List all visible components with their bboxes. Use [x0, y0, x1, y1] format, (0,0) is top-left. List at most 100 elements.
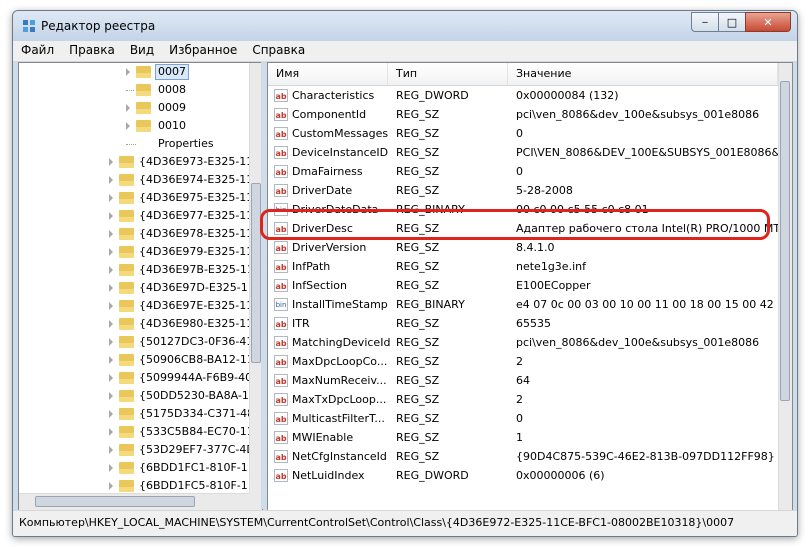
menu-view[interactable]: Вид [122, 41, 161, 61]
expand-arrow-icon[interactable] [109, 374, 113, 382]
tree-scroll-thumb[interactable] [251, 183, 261, 363]
expand-arrow-icon[interactable] [109, 302, 113, 310]
tree-item-class-key[interactable]: {4D36E978-E325-11C [19, 225, 261, 243]
values-scroll-thumb[interactable] [780, 81, 790, 401]
value-row[interactable]: ab DmaFairness REG_SZ 0 [268, 162, 778, 181]
value-row[interactable]: ab InfPath REG_SZ nete1g3e.inf [268, 257, 778, 276]
value-row[interactable]: bin DriverDateData REG_BINARY 00 c0 00 c5 5… [268, 200, 778, 219]
string-value-icon: ab [274, 222, 288, 235]
minimize-button[interactable]: ‒ [691, 12, 719, 32]
value-row[interactable]: ab DeviceInstanceID REG_SZ PCI\VEN_8086&DEV… [268, 143, 778, 162]
maximize-button[interactable]: □ [718, 12, 746, 32]
tree-item-class-key[interactable]: {4D36E97B-E325-11C [19, 261, 262, 279]
expand-arrow-icon[interactable] [109, 176, 113, 184]
tree-item-class-key[interactable]: {4D36E979-E325-11C [19, 243, 261, 261]
value-row[interactable]: ab DriverDesc REG_SZ Адаптер рабочего стола… [268, 219, 778, 238]
value-row[interactable]: ab MaxTxDpcLoop... REG_SZ 2 [268, 390, 778, 409]
expand-arrow-icon[interactable] [109, 320, 113, 328]
tree-item-class-key[interactable]: {4D36E977-E325-11C [19, 207, 261, 225]
tree-item-class-key[interactable]: {4D36E97E-E325-11C [19, 297, 261, 315]
tree-item-class-key[interactable]: {50DD5230-BA8A-11 [19, 387, 256, 405]
expand-arrow-icon[interactable] [109, 230, 113, 238]
value-row[interactable]: ab MaxDpcLoopCo... REG_SZ 2 [268, 352, 778, 371]
value-row[interactable]: ab MatchingDeviceId REG_SZ pci\ven_8086&dev… [268, 333, 778, 352]
tree-item-class-key[interactable]: {50127DC3-0F36-415 [19, 333, 260, 351]
expand-arrow-icon[interactable] [109, 356, 113, 364]
value-data: 0x00000084 (132) [516, 89, 619, 102]
values-list[interactable]: Имя Тип Значение ab Characteristics REG_DW… [267, 62, 793, 511]
expand-arrow-icon[interactable] [109, 392, 113, 400]
folder-icon [119, 480, 134, 492]
tree-item-class-key[interactable]: {4D36E980-E325-11C [19, 315, 261, 333]
expand-arrow-icon[interactable] [109, 266, 113, 274]
tree-item-label: {4D36E975-E325-11C [139, 191, 261, 204]
expand-arrow-icon[interactable] [109, 338, 113, 346]
value-row[interactable]: ab MulticastFilterT... REG_SZ 0 [268, 409, 778, 428]
tree-item-properties[interactable]: Properties [19, 135, 249, 153]
value-data: 0x00000006 (6) [516, 469, 605, 482]
value-row[interactable]: ab Characteristics REG_DWORD 0x00000084 (13… [268, 86, 778, 105]
expand-arrow-icon[interactable] [109, 212, 113, 220]
value-row[interactable]: ab NetLuidIndex REG_DWORD 0x00000006 (6) [268, 466, 778, 485]
column-header-data[interactable]: Значение [508, 63, 778, 85]
string-value-icon: ab [274, 336, 288, 349]
title-bar[interactable]: Редактор реестра ‒ □ ✕ [13, 11, 797, 41]
value-row[interactable]: ab MaxNumReceiv... REG_SZ 64 [268, 371, 778, 390]
tree-horizontal-scrollbar[interactable] [19, 493, 249, 510]
tree-item-class-key[interactable]: {50906CB8-BA12-11 [19, 351, 254, 369]
value-row[interactable]: bin InstallTimeStamp REG_BINARY e4 07 0c 00… [268, 295, 778, 314]
tree-item-class-key[interactable]: {4D36E97D-E325-11C [19, 279, 262, 297]
value-row[interactable]: ab ComponentId REG_SZ pci\ven_8086&dev_100e… [268, 105, 778, 124]
tree-item-class-key[interactable]: {4D36E973-E325-11C [19, 153, 261, 171]
string-value-icon: ab [274, 469, 288, 482]
folder-icon [119, 408, 134, 420]
menu-favorites[interactable]: Избранное [161, 41, 244, 61]
tree-item-class-key[interactable]: {533C5B84-EC70-11 [19, 423, 254, 441]
expand-arrow-icon[interactable] [126, 104, 130, 112]
tree-item-label: {4D36E974-E325-11C [139, 173, 261, 186]
tree-item-class-key[interactable]: {6BDD1FC1-810F-11 [19, 459, 255, 477]
value-data: 0 [516, 165, 523, 178]
value-row[interactable]: ab ITR REG_SZ 65535 [268, 314, 778, 333]
close-button[interactable]: ✕ [745, 12, 791, 32]
expand-arrow-icon[interactable] [109, 446, 113, 454]
value-data: 2 [516, 355, 523, 368]
string-value-icon: ab [274, 393, 288, 406]
value-row[interactable]: ab NetCfgInstanceId REG_SZ {90D4C875-539C-4… [268, 447, 778, 466]
tree-item-0007[interactable]: 0007 [19, 63, 249, 81]
column-header-type[interactable]: Тип [388, 63, 508, 85]
tree-item-label: {4D36E978-E325-11C [139, 227, 261, 240]
menu-file[interactable]: Файл [13, 41, 61, 61]
values-vertical-scrollbar[interactable] [778, 63, 792, 510]
tree-item-class-key[interactable]: {53D29EF7-377C-4D [19, 441, 255, 459]
tree-item-class-key[interactable]: {4D36E975-E325-11C [19, 189, 261, 207]
tree-item-0008[interactable]: 0008 [19, 81, 249, 99]
tree-item-class-key[interactable]: {5175D334-C371-480 [19, 405, 261, 423]
tree-item-class-key[interactable]: {5099944A-F6B9-405 [19, 369, 259, 387]
expand-arrow-icon[interactable] [126, 122, 130, 130]
menu-edit[interactable]: Правка [61, 41, 122, 61]
value-row[interactable]: ab DriverVersion REG_SZ 8.4.1.0 [268, 238, 778, 257]
expand-arrow-icon[interactable] [109, 194, 113, 202]
expand-arrow-icon[interactable] [109, 464, 113, 472]
expand-arrow-icon[interactable] [126, 68, 130, 76]
value-row[interactable]: ab DriverDate REG_SZ 5-28-2008 [268, 181, 778, 200]
tree-item-0010[interactable]: 0010 [19, 117, 249, 135]
expand-arrow-icon[interactable] [109, 410, 113, 418]
value-row[interactable]: ab CustomMessages REG_SZ 0 [268, 124, 778, 143]
expand-arrow-icon[interactable] [109, 482, 113, 490]
registry-tree[interactable]: 0007 0008 0009 0010 Properties {4D36E973… [18, 62, 263, 511]
tree-hscroll-thumb[interactable] [35, 496, 195, 507]
column-header-name[interactable]: Имя [268, 63, 388, 85]
value-row[interactable]: ab MWIEnable REG_SZ 1 [268, 428, 778, 447]
value-row[interactable]: ab InfSection REG_SZ E100ECopper [268, 276, 778, 295]
tree-item-0009[interactable]: 0009 [19, 99, 249, 117]
expand-arrow-icon[interactable] [109, 428, 113, 436]
tree-item-class-key[interactable]: {4D36E974-E325-11C [19, 171, 261, 189]
expand-arrow-icon[interactable] [109, 248, 113, 256]
menu-help[interactable]: Справка [244, 41, 312, 61]
string-value-icon: ab [274, 241, 288, 254]
expand-arrow-icon[interactable] [109, 158, 113, 166]
folder-icon [119, 318, 134, 330]
expand-arrow-icon[interactable] [109, 284, 113, 292]
